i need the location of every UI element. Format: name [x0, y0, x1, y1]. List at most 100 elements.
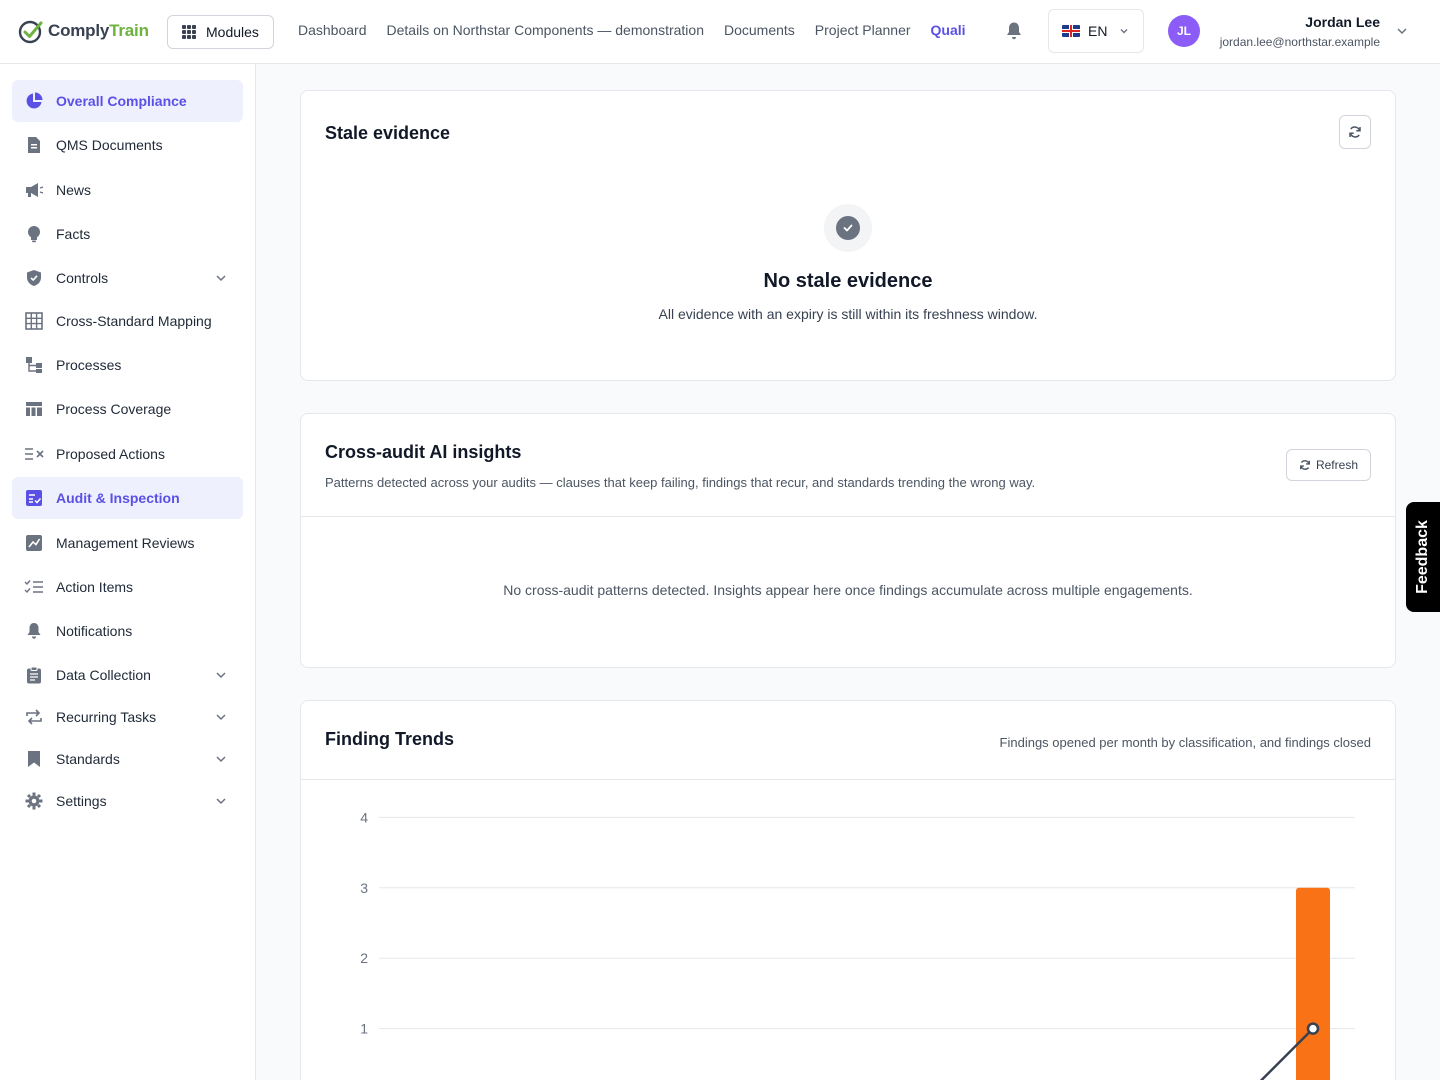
layout-icon	[24, 399, 44, 419]
finding-trends-subtitle: Findings opened per month by classificat…	[999, 735, 1371, 750]
checklist-icon	[24, 577, 44, 597]
notifications-bell-icon[interactable]	[1005, 21, 1023, 41]
sidebar-item-label: Facts	[56, 226, 91, 242]
cross-audit-subtitle: Patterns detected across your audits — c…	[325, 475, 1036, 490]
y-tick-label: 3	[360, 880, 368, 896]
stale-evidence-card: Stale evidence No stale evidence All evi…	[300, 90, 1396, 381]
sidebar-item-management-reviews[interactable]: Management Reviews	[12, 522, 243, 564]
shield-icon	[24, 268, 44, 288]
finding-trends-title: Finding Trends	[325, 729, 454, 749]
sidebar-item-settings[interactable]: Settings	[12, 780, 243, 822]
chevron-down-icon	[216, 275, 226, 282]
chevron-down-icon	[1120, 29, 1128, 34]
sidebar-item-audit-inspection[interactable]: Audit & Inspection	[12, 477, 243, 519]
sidebar-item-proposed-actions[interactable]: Proposed Actions	[12, 433, 243, 475]
chevron-down-icon	[216, 672, 226, 679]
uk-flag-icon	[1062, 25, 1080, 37]
user-email: jordan.lee@northstar.example	[1219, 35, 1380, 49]
flow-icon	[24, 355, 44, 375]
repeat-icon	[24, 707, 44, 727]
cross-audit-card: Cross-audit AI insights Patterns detecte…	[300, 413, 1396, 668]
modules-label: Modules	[206, 24, 259, 40]
closed-findings-point[interactable]	[1306, 1022, 1320, 1035]
finding-trends-chart: 1 2 3 4	[301, 779, 1395, 1080]
stale-evidence-title: Stale evidence	[325, 123, 451, 143]
empty-state-description: All evidence with an expiry is still wit…	[658, 306, 1038, 322]
language-selector[interactable]: EN	[1048, 9, 1144, 53]
sidebar-item-label: QMS Documents	[56, 137, 163, 153]
gear-icon	[24, 791, 44, 811]
sidebar-item-cross-standard-mapping[interactable]: Cross-Standard Mapping	[12, 300, 243, 342]
nav-link-2[interactable]: Documents	[724, 22, 795, 38]
refresh-icon	[1349, 126, 1361, 138]
sidebar-item-label: Overall Compliance	[56, 93, 187, 109]
sidebar-item-label: Settings	[56, 793, 107, 809]
card-divider	[301, 516, 1395, 517]
sidebar-item-processes[interactable]: Processes	[12, 344, 243, 386]
language-label: EN	[1088, 23, 1108, 39]
megaphone-icon	[24, 180, 44, 200]
cross-audit-title: Cross-audit AI insights	[325, 442, 522, 462]
pie-chart-icon	[24, 91, 44, 111]
sidebar-item-overall-compliance[interactable]: Overall Compliance	[12, 80, 243, 122]
sidebar-item-notifications[interactable]: Notifications	[12, 610, 243, 652]
sidebar-item-label: Audit & Inspection	[56, 490, 180, 506]
table-grid-icon	[24, 311, 44, 331]
refresh-button[interactable]: Refresh	[1285, 449, 1371, 481]
list-x-icon	[24, 444, 44, 464]
sidebar-item-process-coverage[interactable]: Process Coverage	[12, 388, 243, 430]
user-menu-chevron-icon[interactable]	[1396, 25, 1408, 37]
sidebar-item-label: Standards	[56, 751, 120, 767]
brand-logo[interactable]: ComplyTrain	[18, 16, 149, 46]
document-icon	[24, 135, 44, 155]
nav-link-3[interactable]: Project Planner	[815, 22, 911, 38]
y-tick-label: 2	[360, 950, 368, 966]
top-header: ComplyTrain Modules Dashboard Details on …	[0, 0, 1440, 64]
stale-refresh-button[interactable]	[1339, 115, 1371, 149]
sidebar-item-facts[interactable]: Facts	[12, 213, 243, 255]
user-avatar[interactable]: JL	[1168, 15, 1200, 47]
apps-grid-icon	[182, 25, 196, 39]
feedback-tab[interactable]: Feedback	[1406, 502, 1440, 612]
sidebar-item-standards[interactable]: Standards	[12, 738, 243, 780]
refresh-icon	[1299, 460, 1310, 470]
sidebar-item-label: Process Coverage	[56, 401, 172, 417]
clipboard-check-icon	[24, 488, 44, 508]
modules-button[interactable]: Modules	[167, 15, 274, 49]
sidebar: Overall Compliance QMS Documents News Facts…	[0, 64, 256, 1080]
no-patterns-message: No cross-audit patterns detected. Insigh…	[503, 582, 1193, 598]
bell-icon	[24, 621, 44, 641]
sidebar-item-label: Processes	[56, 357, 122, 373]
sidebar-item-label: Controls	[56, 270, 109, 286]
user-name[interactable]: Jordan Lee	[1305, 14, 1380, 30]
sidebar-item-label: News	[56, 182, 92, 198]
chevron-down-icon	[216, 798, 226, 805]
lightbulb-icon	[24, 224, 44, 244]
sidebar-item-qms-documents[interactable]: QMS Documents	[12, 124, 243, 166]
clipboard-icon	[24, 665, 44, 685]
sidebar-item-data-collection[interactable]: Data Collection	[12, 654, 243, 696]
sidebar-item-label: Cross-Standard Mapping	[56, 313, 212, 329]
sidebar-item-label: Notifications	[56, 623, 133, 639]
sidebar-item-label: Data Collection	[56, 667, 151, 683]
sidebar-item-action-items[interactable]: Action Items	[12, 566, 243, 608]
sidebar-item-news[interactable]: News	[12, 169, 243, 211]
brand-name: ComplyTrain	[48, 21, 149, 40]
success-check-icon	[824, 204, 872, 252]
nav-link-1[interactable]: Details on Northstar Components — demons…	[387, 22, 704, 38]
sidebar-item-label: Management Reviews	[56, 535, 195, 551]
bookmark-icon	[24, 749, 44, 769]
chevron-down-icon	[216, 714, 226, 721]
logo-check-icon	[18, 20, 43, 44]
nav-link-4[interactable]: Quali	[931, 22, 966, 38]
refresh-label: Refresh	[1315, 458, 1358, 472]
sidebar-item-label: Proposed Actions	[56, 446, 165, 462]
sidebar-item-recurring-tasks[interactable]: Recurring Tasks	[12, 696, 243, 738]
bar-findings[interactable]	[1296, 887, 1330, 1080]
chart-svg: 1 2 3 4	[360, 809, 1355, 1080]
top-nav: Dashboard Details on Northstar Components…	[298, 16, 1004, 48]
y-tick-label: 1	[360, 1021, 368, 1037]
feedback-label: Feedback	[1414, 520, 1431, 594]
nav-link-0[interactable]: Dashboard	[298, 22, 367, 38]
sidebar-item-controls[interactable]: Controls	[12, 257, 243, 299]
